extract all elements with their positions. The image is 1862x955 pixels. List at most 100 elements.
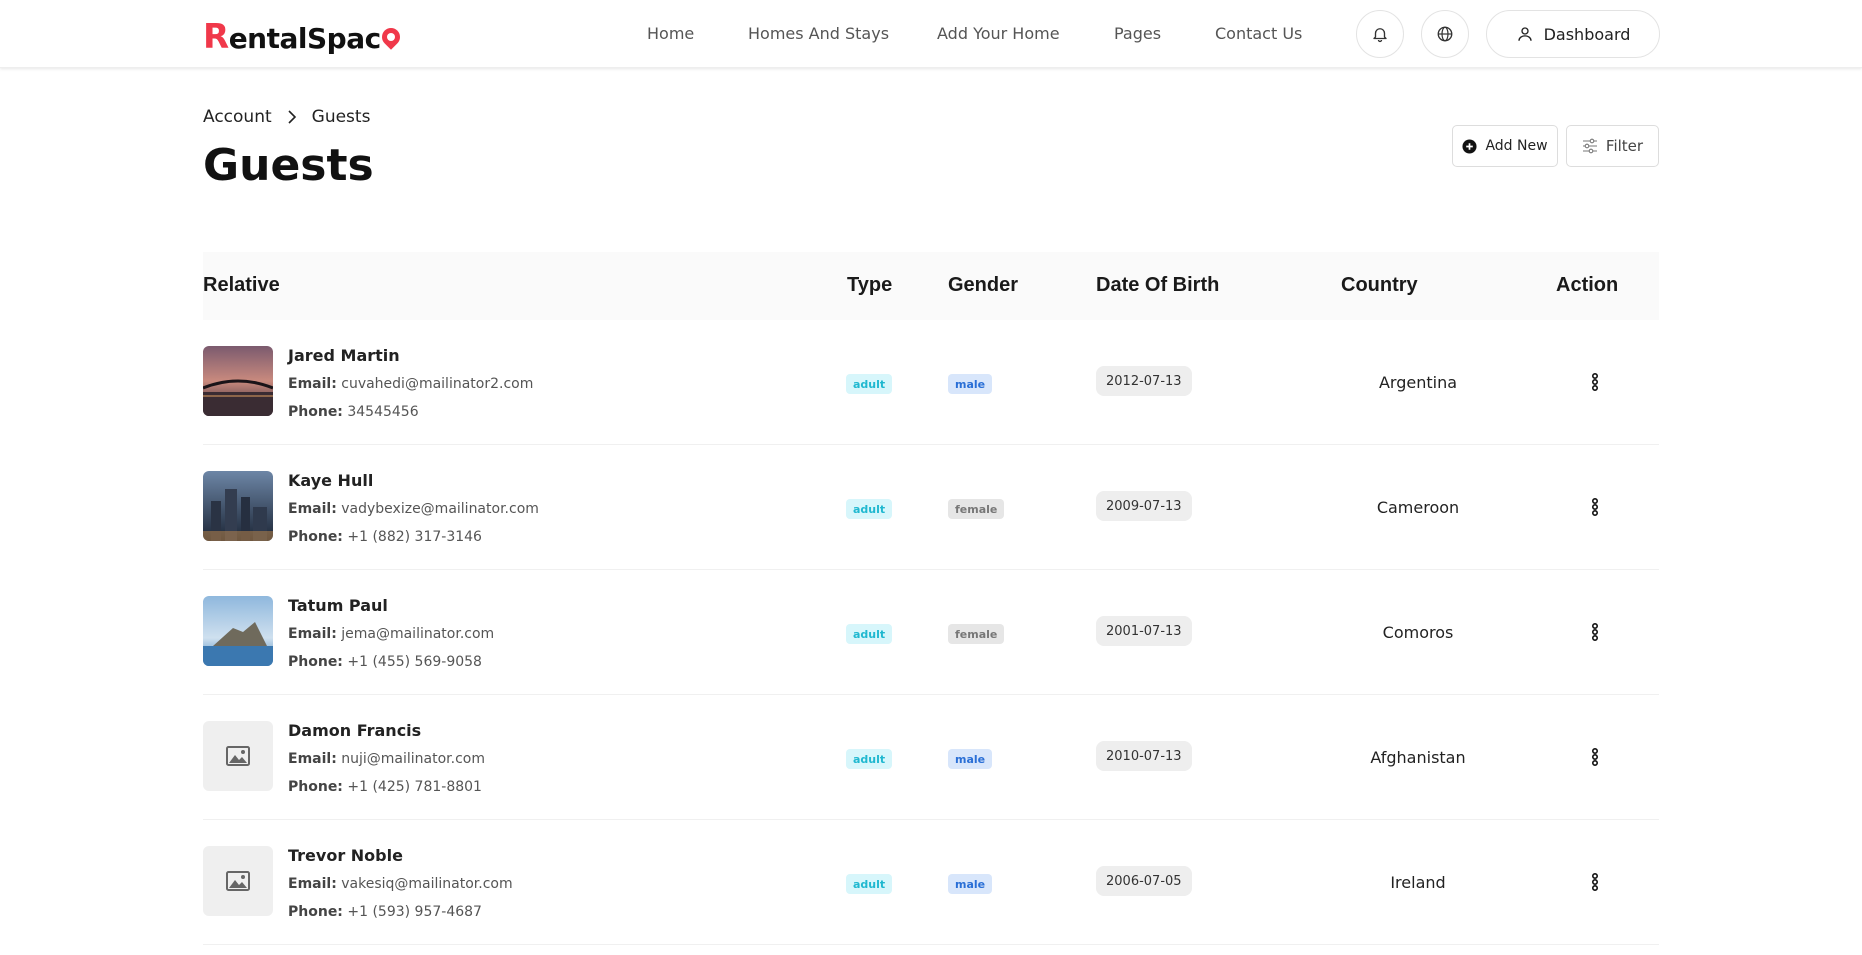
- email-value: nuji@mailinator.com: [341, 751, 485, 767]
- nav-add-your-home[interactable]: Add Your Home: [937, 24, 1060, 43]
- row-actions-button[interactable]: [1583, 745, 1607, 769]
- more-vertical-icon: [1592, 748, 1598, 766]
- gender-badge: male: [948, 874, 993, 894]
- email-value: cuvahedi@mailinator2.com: [341, 376, 534, 392]
- email-label: Email:: [288, 626, 337, 642]
- email-label: Email:: [288, 501, 337, 517]
- add-new-label: Add New: [1485, 138, 1548, 154]
- dob-badge: 2010-07-13: [1096, 741, 1192, 771]
- location-pin-icon: [377, 24, 404, 50]
- guest-name[interactable]: Trevor Noble: [288, 846, 403, 865]
- type-badge: adult: [846, 374, 893, 394]
- logo-letter-r: R: [203, 17, 229, 57]
- top-header: R entalSpac Home Homes And Stays Add You…: [0, 0, 1862, 68]
- table-row[interactable]: Kaye Hull Email: vadybexize@mailinator.co…: [203, 445, 1659, 570]
- logo-pin: [377, 24, 404, 54]
- guest-name[interactable]: Jared Martin: [288, 346, 400, 365]
- breadcrumb-guests: Guests: [311, 107, 371, 127]
- phone-label: Phone:: [288, 904, 343, 920]
- rentalspace-logo[interactable]: R entalSpac: [203, 14, 404, 57]
- row-actions-button[interactable]: [1583, 495, 1607, 519]
- email-value: jema@mailinator.com: [341, 626, 495, 642]
- row-actions-button[interactable]: [1583, 870, 1607, 894]
- filter-label: Filter: [1605, 137, 1644, 155]
- phone-value: +1 (593) 957-4687: [347, 904, 482, 920]
- gender-badge: female: [948, 499, 1005, 519]
- email-label: Email:: [288, 876, 337, 892]
- phone-value: +1 (882) 317-3146: [347, 529, 482, 545]
- gender-badge: female: [948, 624, 1005, 644]
- nav-contact-us[interactable]: Contact Us: [1215, 24, 1302, 43]
- type-badge: adult: [846, 749, 893, 769]
- row-actions-button[interactable]: [1583, 370, 1607, 394]
- nav-homes-and-stays[interactable]: Homes And Stays: [748, 24, 889, 43]
- col-country: Country: [1341, 274, 1418, 296]
- bell-icon: [1373, 28, 1387, 43]
- image-placeholder-icon: [203, 721, 273, 791]
- guest-email: Email: cuvahedi@mailinator2.com: [288, 376, 533, 392]
- country-value: Cameroon: [1376, 498, 1460, 517]
- gender-badge: male: [948, 374, 993, 394]
- plus-circle-icon: [1462, 138, 1477, 154]
- type-badge: adult: [846, 624, 893, 644]
- country-value: Ireland: [1390, 873, 1446, 892]
- guest-email: Email: vakesiq@mailinator.com: [288, 876, 513, 892]
- user-icon: [1517, 27, 1532, 41]
- table-row[interactable]: Tatum Paul Email: jema@mailinator.com Phon…: [203, 570, 1659, 695]
- table-row[interactable]: Trevor Noble Email: vakesiq@mailinator.co…: [203, 820, 1659, 945]
- nav-home[interactable]: Home: [647, 24, 694, 43]
- guest-email: Email: jema@mailinator.com: [288, 626, 494, 642]
- filter-button[interactable]: Filter: [1566, 125, 1659, 167]
- more-vertical-icon: [1592, 873, 1598, 891]
- nav-pages[interactable]: Pages: [1114, 24, 1161, 43]
- sliders-icon: [1582, 138, 1597, 154]
- phone-label: Phone:: [288, 529, 343, 545]
- dashboard-button[interactable]: Dashboard: [1486, 10, 1660, 58]
- guest-name[interactable]: Damon Francis: [288, 721, 421, 740]
- guest-phone: Phone: +1 (425) 781-8801: [288, 779, 482, 795]
- image-placeholder-icon: [203, 846, 273, 916]
- globe-icon: [1437, 26, 1453, 42]
- table-row[interactable]: Damon Francis Email: nuji@mailinator.com P…: [203, 695, 1659, 820]
- dob-badge: 2012-07-13: [1096, 366, 1192, 396]
- gender-badge: male: [948, 749, 993, 769]
- guest-phone: Phone: +1 (593) 957-4687: [288, 904, 482, 920]
- language-button[interactable]: [1421, 10, 1469, 58]
- col-gender: Gender: [948, 274, 1019, 296]
- breadcrumb-account[interactable]: Account: [203, 107, 272, 127]
- table-row[interactable]: Jared Martin Email: cuvahedi@mailinator2.…: [203, 320, 1659, 445]
- phone-label: Phone:: [288, 779, 343, 795]
- notifications-button[interactable]: [1356, 10, 1404, 58]
- add-new-button[interactable]: Add New: [1452, 125, 1558, 167]
- guest-email: Email: vadybexize@mailinator.com: [288, 501, 539, 517]
- phone-value: +1 (425) 781-8801: [347, 779, 482, 795]
- guest-photo: [203, 596, 273, 666]
- dob-badge: 2006-07-05: [1096, 866, 1192, 896]
- col-type: Type: [847, 274, 893, 296]
- col-date-of-birth: Date Of Birth: [1096, 274, 1220, 296]
- email-value: vakesiq@mailinator.com: [341, 876, 513, 892]
- guest-name[interactable]: Tatum Paul: [288, 596, 388, 615]
- more-vertical-icon: [1592, 498, 1598, 516]
- type-badge: adult: [846, 874, 893, 894]
- guest-name[interactable]: Kaye Hull: [288, 471, 373, 490]
- guest-phone: Phone: +1 (455) 569-9058: [288, 654, 482, 670]
- row-actions-button[interactable]: [1583, 620, 1607, 644]
- logo-text: entalSpac: [228, 22, 382, 55]
- phone-label: Phone:: [288, 654, 343, 670]
- country-value: Comoros: [1382, 623, 1454, 642]
- dob-badge: 2009-07-13: [1096, 491, 1192, 521]
- type-badge: adult: [846, 499, 893, 519]
- dob-badge: 2001-07-13: [1096, 616, 1192, 646]
- guest-email: Email: nuji@mailinator.com: [288, 751, 485, 767]
- breadcrumb: Account Guests: [203, 107, 370, 127]
- phone-value: 34545456: [347, 404, 419, 420]
- col-relative: Relative: [203, 274, 280, 296]
- dashboard-label: Dashboard: [1543, 24, 1631, 44]
- guest-photo: [203, 346, 273, 416]
- email-label: Email:: [288, 751, 337, 767]
- country-value: Argentina: [1378, 373, 1458, 392]
- phone-value: +1 (455) 569-9058: [347, 654, 482, 670]
- chevron-right-icon: [288, 110, 296, 124]
- guest-phone: Phone: +1 (882) 317-3146: [288, 529, 482, 545]
